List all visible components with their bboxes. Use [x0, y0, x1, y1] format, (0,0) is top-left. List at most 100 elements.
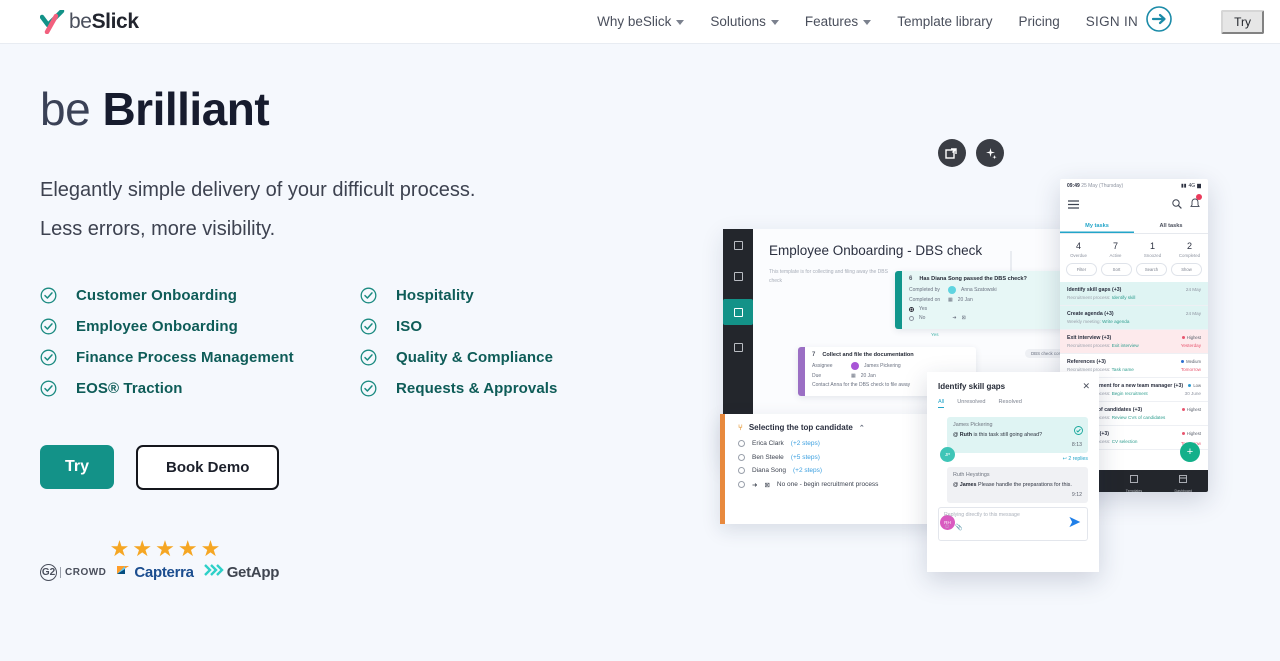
sparkles-icon[interactable]: [976, 139, 1004, 167]
task-link: Begin recruitment: [1111, 391, 1148, 396]
mobile-action-chips: Filter Sort Search Show: [1060, 263, 1208, 282]
field-value: Anna Szatowski: [961, 287, 997, 293]
nav-item-template-library[interactable]: Template library: [897, 14, 992, 29]
avatar: [948, 286, 956, 294]
battery-icon: ▆: [1197, 183, 1201, 189]
resolve-check-icon[interactable]: [1074, 422, 1083, 440]
list-item[interactable]: Exit interview (+3) Recruitment process:…: [1060, 330, 1208, 354]
sidebar-item-list[interactable]: [729, 237, 748, 254]
stat-count: 7: [1112, 241, 1118, 251]
sidebar-item-process[interactable]: [723, 299, 753, 325]
nav-label: Solutions: [710, 14, 766, 29]
field-value: 20 Jan: [860, 373, 876, 379]
chevron-up-icon[interactable]: ⌃: [859, 424, 865, 432]
nav-item-features[interactable]: Features: [805, 14, 872, 29]
capterra-badge[interactable]: Capterra: [116, 563, 194, 582]
tab-my-tasks[interactable]: My tasks: [1060, 219, 1134, 233]
feature-item-employee-onboarding[interactable]: Employee Onboarding: [40, 318, 360, 335]
tab-all-tasks[interactable]: All tasks: [1134, 219, 1208, 233]
field-label: Due: [812, 373, 822, 379]
getapp-badge[interactable]: GetApp: [203, 563, 279, 581]
list-item[interactable]: Create agenda (+3) Weekly meeting: Write…: [1060, 306, 1208, 330]
feature-item-finance-process-management[interactable]: Finance Process Management: [40, 349, 360, 366]
feature-list: Customer Onboarding Hospitality Employee…: [40, 287, 660, 397]
tab-resolved[interactable]: Resolved: [999, 399, 1022, 408]
try-button-header[interactable]: Try: [1221, 9, 1264, 34]
priority-label: Medium: [1186, 359, 1201, 364]
app-process-description: This template is for collecting and fili…: [769, 269, 888, 284]
check-circle-icon: [360, 318, 377, 335]
feature-item-quality-compliance[interactable]: Quality & Compliance: [360, 349, 660, 366]
feature-label: Requests & Approvals: [396, 379, 558, 397]
main-navigation: Why beSlick Solutions Features Template …: [597, 5, 1264, 38]
book-demo-button[interactable]: Book Demo: [136, 444, 280, 490]
chevron-down-icon: [770, 20, 779, 25]
nav-item-solutions[interactable]: Solutions: [710, 14, 779, 29]
show-button[interactable]: Show: [1171, 263, 1202, 276]
notifications-icon[interactable]: [1190, 194, 1202, 214]
close-icon[interactable]: ✕: [1082, 381, 1090, 392]
comment-time: 8:13: [1071, 442, 1082, 449]
feature-item-hospitality[interactable]: Hospitality: [360, 287, 660, 304]
feature-item-requests-approvals[interactable]: Requests & Approvals: [360, 380, 660, 397]
status-badge: Highest: [1181, 407, 1201, 412]
stop-icon: ⊠: [961, 315, 966, 321]
reply-arrow-icon: ↩: [1062, 456, 1067, 463]
task-extra: (+3): [1101, 335, 1112, 341]
feature-label: Hospitality: [396, 286, 474, 304]
radio-icon: [909, 315, 914, 321]
stat-snoozed: 1 Snoozed: [1134, 241, 1171, 258]
comment-message[interactable]: James Pickering @ Ruth is this task stil…: [947, 417, 1088, 454]
emoji-icon[interactable]: ☺: [944, 524, 950, 531]
nav-templates[interactable]: Templates: [1109, 470, 1158, 492]
task-extra: (+3): [1173, 383, 1184, 389]
plus-icon[interactable]: +: [1180, 442, 1200, 462]
comment-mention: @ Ruth: [953, 432, 973, 438]
nav-item-pricing[interactable]: Pricing: [1018, 14, 1059, 29]
feature-item-customer-onboarding[interactable]: Customer Onboarding: [40, 287, 360, 304]
nav-dashboard[interactable]: Dashboard: [1159, 470, 1208, 492]
try-button-hero[interactable]: Try: [40, 445, 115, 490]
nav-item-why-beslick[interactable]: Why beSlick: [597, 14, 685, 29]
attachment-icon[interactable]: 📎: [955, 524, 962, 531]
product-screenshot-collage: Employee Onboarding - DBS check This tem…: [690, 84, 1280, 644]
comment-input[interactable]: Replying directly to this message ☺ 📎 ➤: [938, 507, 1088, 542]
field-value: 20 Jan: [957, 297, 973, 303]
tab-unresolved[interactable]: Unresolved: [957, 399, 985, 408]
search-icon[interactable]: [1172, 196, 1182, 214]
comment-replies-link[interactable]: ↩ 2 replies: [947, 456, 1088, 462]
tab-all[interactable]: All: [938, 399, 945, 408]
nav-label: Pricing: [1018, 14, 1060, 29]
field-value: James Pickering: [864, 363, 901, 369]
send-icon[interactable]: ➤: [1068, 512, 1081, 532]
sidebar-item-grid[interactable]: [729, 268, 748, 285]
task-date: 24 May: [1185, 311, 1201, 316]
logo[interactable]: beSlick: [39, 8, 139, 34]
logo-text-light: be: [69, 9, 92, 33]
filter-button[interactable]: Filter: [1066, 263, 1097, 276]
search-button[interactable]: Search: [1136, 263, 1167, 276]
comment-author: Ruth Heystings: [953, 472, 990, 479]
option-label: Yes: [919, 306, 928, 312]
sign-in-link[interactable]: SIGN IN: [1086, 5, 1173, 38]
task-extra: (+3): [1111, 287, 1122, 293]
feature-item-eos-traction[interactable]: EOS® Traction: [40, 380, 360, 397]
task-extra: (+3): [1104, 311, 1114, 317]
g2-crowd-badge[interactable]: G2 CROWD: [40, 563, 106, 581]
comment-message[interactable]: Ruth Heystings @ James Please handle the…: [947, 467, 1088, 504]
sort-button[interactable]: Sort: [1101, 263, 1132, 276]
sidebar-item-dashboard[interactable]: [729, 339, 748, 356]
mobile-app-bar: [1060, 193, 1208, 219]
stop-icon: ⊠: [764, 481, 770, 489]
dashboard-icon: [1179, 470, 1188, 488]
check-circle-icon: [40, 380, 57, 397]
step-7-assignee: Assignee James Pickering: [812, 362, 969, 370]
star-rating: ★ ★ ★ ★ ★: [40, 537, 290, 560]
hamburger-menu-icon[interactable]: [1068, 196, 1079, 214]
feature-item-iso[interactable]: ISO: [360, 318, 660, 335]
calendar-icon: ▦: [948, 297, 953, 303]
list-item[interactable]: Identify skill gaps (+3) Recruitment pro…: [1060, 282, 1208, 306]
arrow-right-icon: ➜: [752, 481, 758, 489]
expand-icon[interactable]: [938, 139, 966, 167]
task-link: Exit interview: [1111, 343, 1139, 348]
